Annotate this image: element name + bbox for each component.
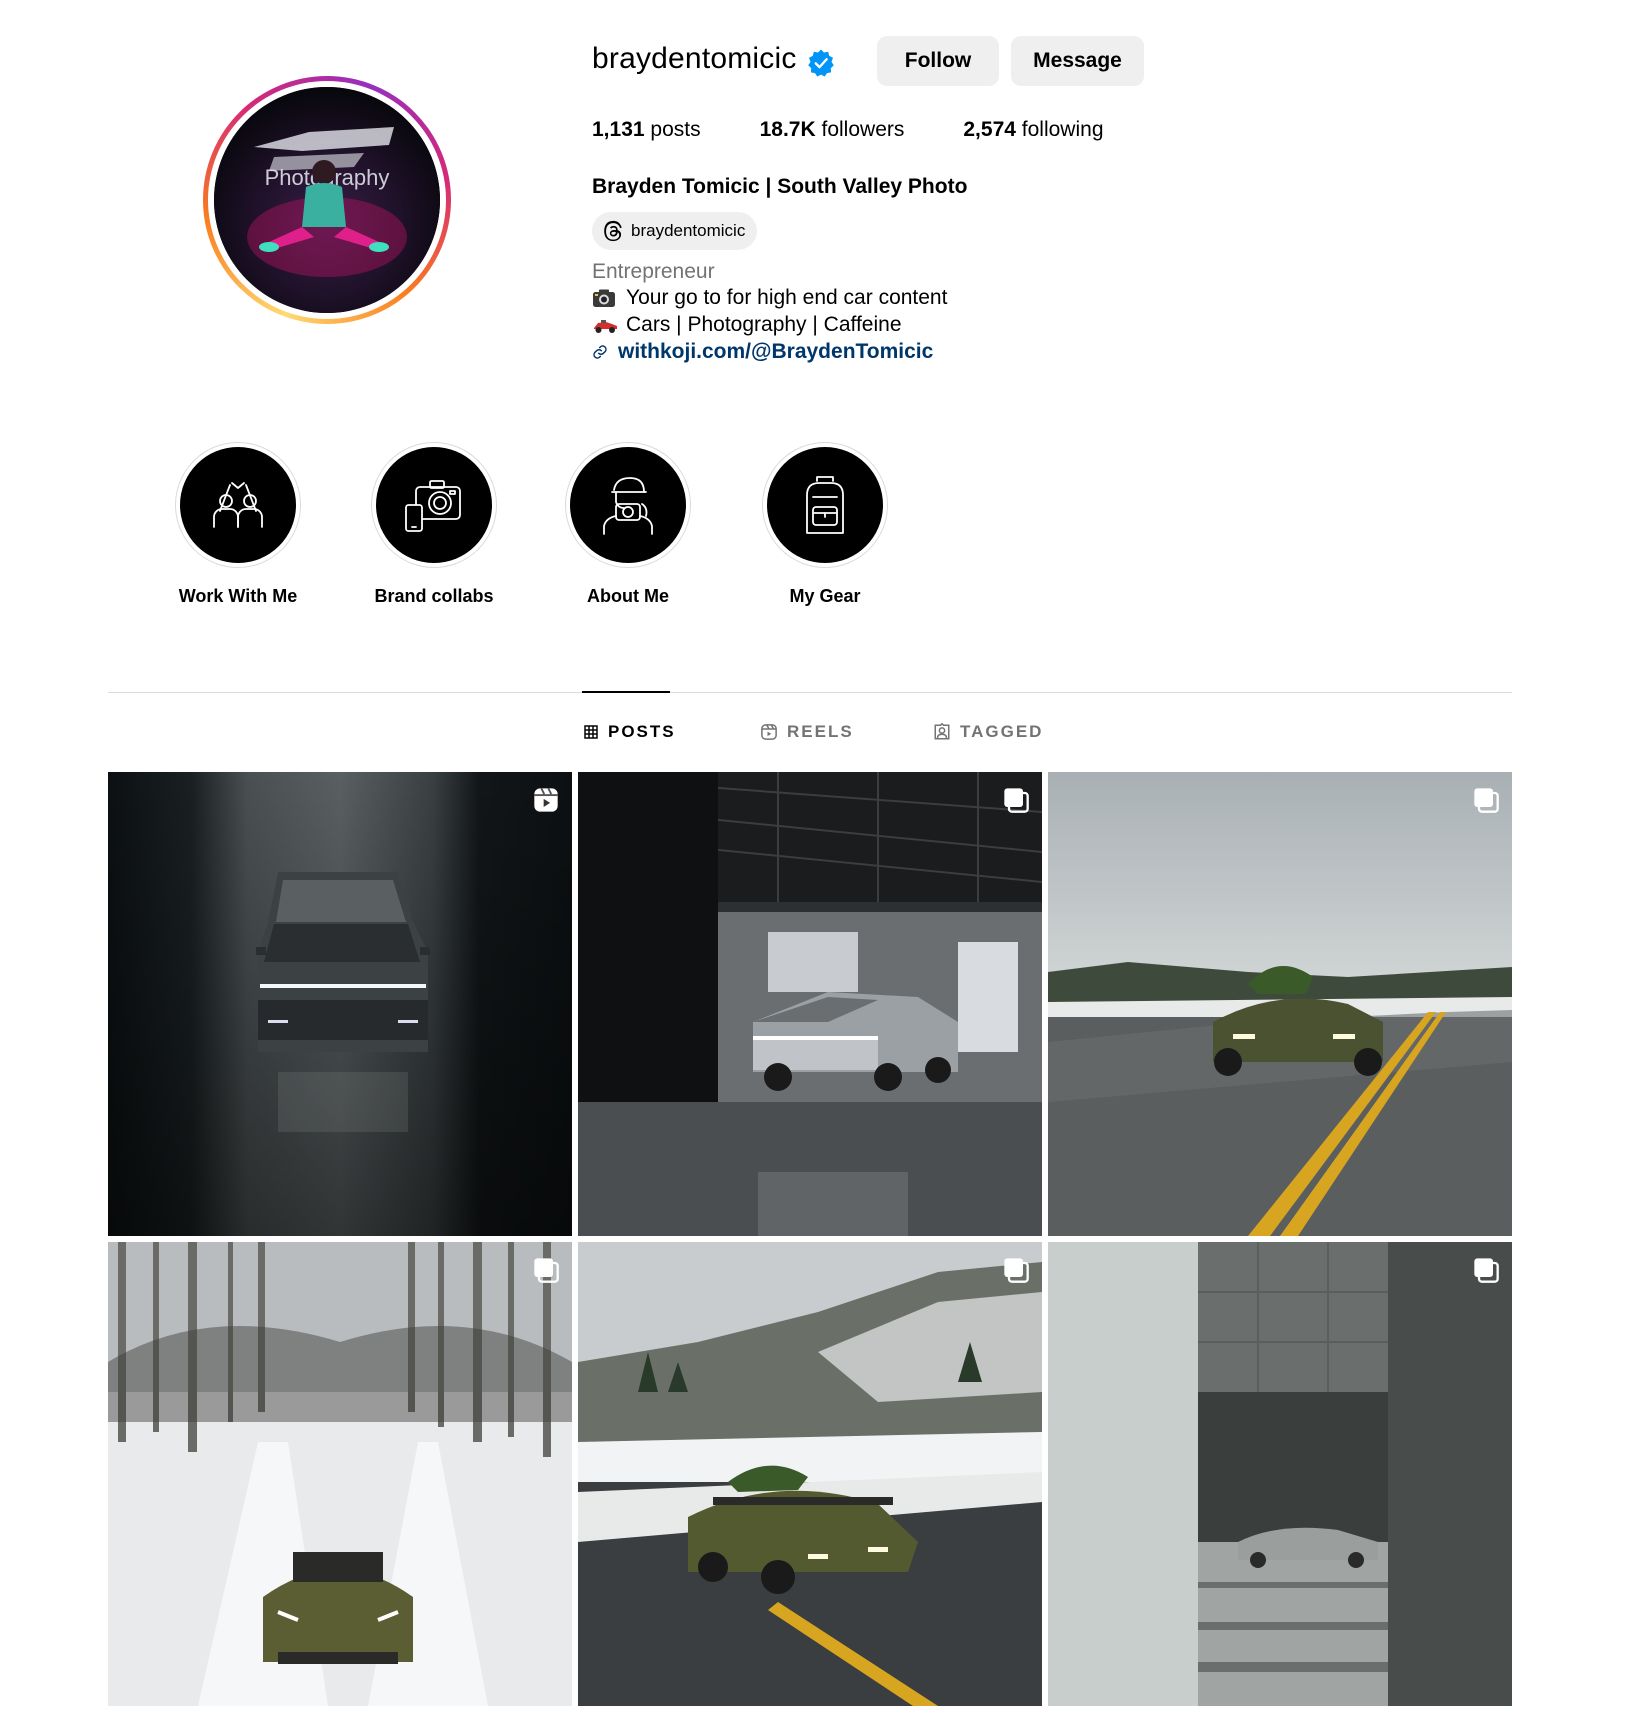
following-stat[interactable]: 2,574 following	[963, 118, 1103, 142]
post-image	[1048, 772, 1512, 1236]
post-image	[108, 1242, 572, 1706]
race-car-emoji-icon	[592, 316, 618, 334]
highlight-work-with-me[interactable]: Work With Me	[173, 442, 303, 607]
post-tile[interactable]	[1048, 772, 1512, 1236]
profile-category: Entrepreneur	[592, 260, 715, 283]
post-tile[interactable]	[108, 772, 572, 1236]
post-image	[108, 772, 572, 1236]
tab-posts[interactable]: POSTS	[583, 722, 676, 742]
tab-tagged-label: TAGGED	[960, 722, 1044, 741]
posts-count: 1,131	[592, 118, 645, 141]
carousel-badge-icon	[1474, 1258, 1499, 1283]
highlight-cover	[376, 447, 492, 563]
active-tab-indicator	[582, 691, 670, 693]
highlight-about-me[interactable]: About Me	[563, 442, 693, 607]
backpack-icon	[806, 476, 844, 534]
carousel-badge-icon	[1474, 788, 1499, 813]
bio-external-link[interactable]: withkoji.com/@BraydenTomicic	[592, 340, 933, 364]
carousel-badge-icon	[1004, 1258, 1029, 1283]
posts-label: posts	[650, 118, 701, 141]
bio-text-2: Cars | Photography | Caffeine	[626, 313, 902, 336]
message-button[interactable]: Message	[1011, 36, 1144, 86]
post-image	[578, 1242, 1042, 1706]
post-tile[interactable]	[1048, 1242, 1512, 1706]
post-image	[1048, 1242, 1512, 1706]
highlight-label: Brand collabs	[374, 586, 494, 606]
post-tile[interactable]	[578, 772, 1042, 1236]
following-label: following	[1021, 118, 1104, 141]
avatar-gap: Photography	[208, 81, 446, 319]
photographer-icon	[603, 477, 653, 535]
highlight-label: About Me	[587, 586, 669, 606]
profile-username: braydentomicic	[592, 42, 797, 75]
followers-stat[interactable]: 18.7K followers	[760, 118, 905, 142]
follow-button[interactable]: Follow	[877, 36, 999, 86]
post-image	[578, 772, 1042, 1236]
tab-reels-label: REELS	[787, 722, 854, 741]
reels-icon	[761, 724, 777, 740]
high-five-icon	[213, 482, 263, 528]
highlight-ring	[371, 442, 497, 568]
camera-phone-icon	[405, 480, 461, 532]
tab-tagged[interactable]: TAGGED	[933, 722, 1043, 742]
reel-badge-icon	[534, 787, 558, 812]
link-icon	[593, 345, 607, 359]
highlight-label: My Gear	[789, 586, 861, 606]
following-count: 2,574	[963, 118, 1016, 141]
followers-count: 18.7K	[759, 118, 816, 141]
tab-posts-label: POSTS	[608, 722, 676, 741]
grid-icon	[584, 725, 598, 739]
avatar[interactable]: Photography	[214, 87, 440, 313]
threads-handle: braydentomicic	[631, 221, 746, 240]
highlight-ring	[565, 442, 691, 568]
carousel-badge-icon	[1004, 788, 1029, 813]
profile-stats: 1,131 posts 18.7K followers 2,574 follow…	[592, 118, 1163, 142]
followers-label: followers	[821, 118, 905, 141]
highlight-cover	[767, 447, 883, 563]
highlight-ring	[175, 442, 301, 568]
carousel-badge-icon	[534, 1258, 559, 1283]
bio-link-text: withkoji.com/@BraydenTomicic	[618, 340, 934, 363]
threads-link[interactable]: braydentomicic	[592, 212, 758, 250]
verified-badge-icon	[808, 49, 834, 77]
bio-text-1: Your go to for high end car content	[626, 286, 948, 309]
bio-line-1: Your go to for high end car content	[592, 286, 947, 310]
highlight-label: Work With Me	[178, 586, 298, 606]
highlight-cover	[180, 447, 296, 563]
highlight-brand-collabs[interactable]: Brand collabs	[369, 442, 499, 607]
tabs-divider	[108, 692, 1512, 693]
post-tile[interactable]	[578, 1242, 1042, 1706]
post-tile[interactable]	[108, 1242, 572, 1706]
highlight-ring	[762, 442, 888, 568]
bio-line-2: Cars | Photography | Caffeine	[592, 313, 902, 337]
profile-full-name: Brayden Tomicic | South Valley Photo	[592, 175, 968, 198]
avatar-story-ring[interactable]: Photography	[203, 76, 451, 324]
tagged-icon	[934, 723, 950, 740]
threads-icon	[604, 220, 622, 242]
camera-emoji-icon	[592, 288, 618, 308]
avatar-image: Photography	[214, 87, 440, 313]
highlight-cover	[570, 447, 686, 563]
posts-stat: 1,131 posts	[592, 118, 701, 142]
tab-reels[interactable]: REELS	[760, 722, 854, 742]
highlight-my-gear[interactable]: My Gear	[760, 442, 890, 607]
